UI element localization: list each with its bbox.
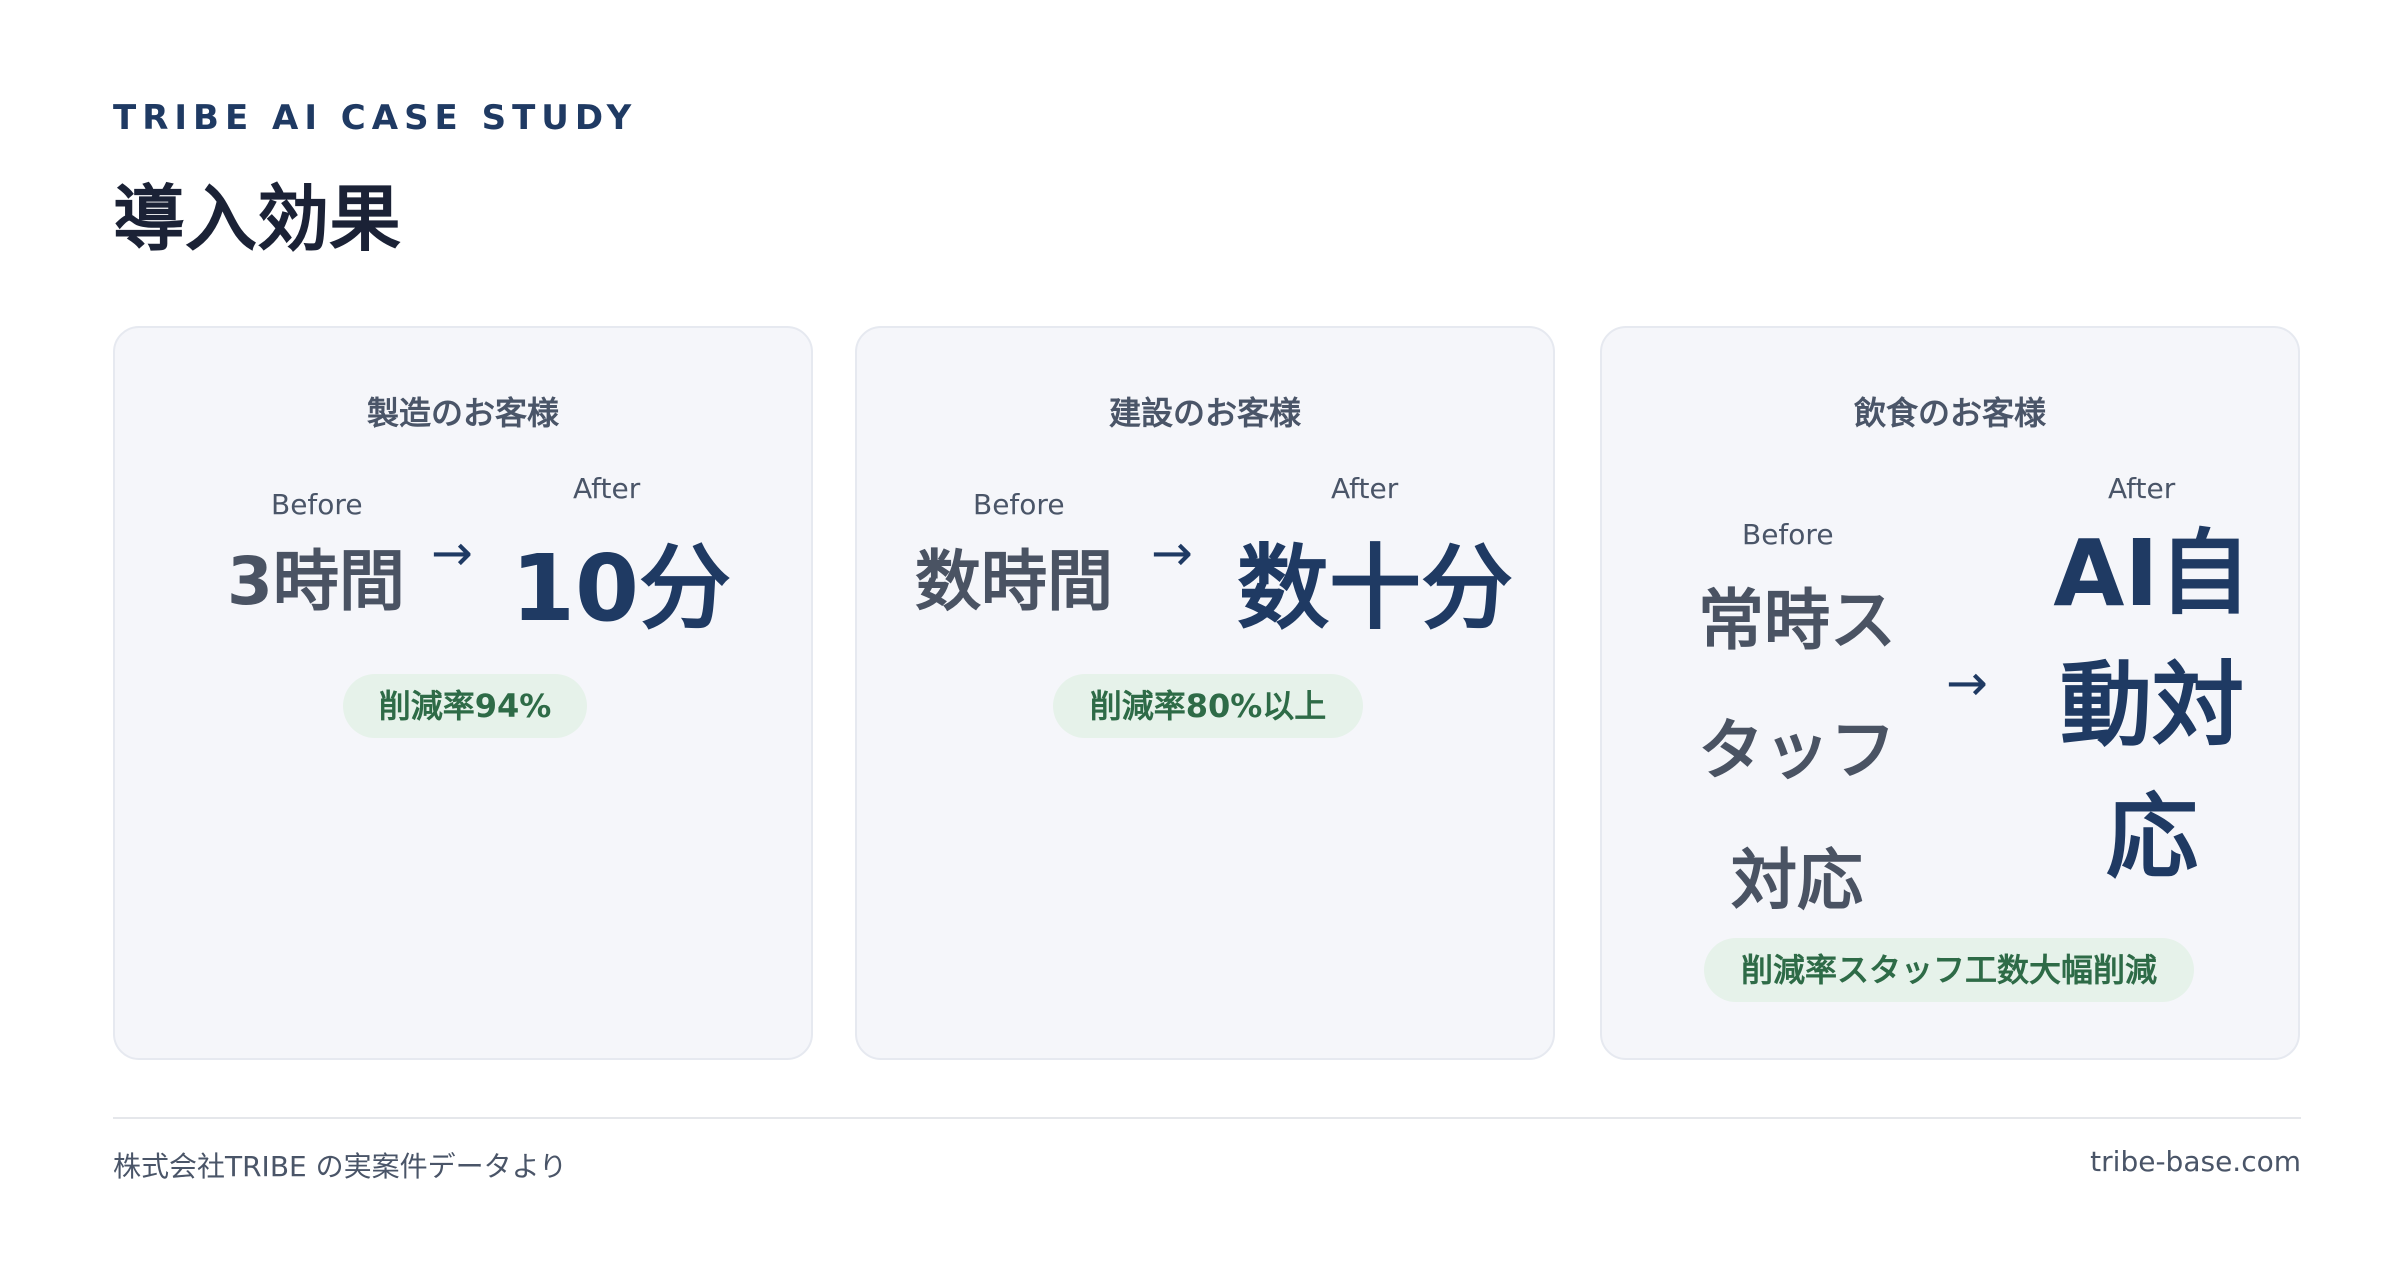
arrow-icon: → — [1151, 524, 1193, 582]
after-value-line: AI自 — [2053, 520, 2251, 627]
case-card-manufacturing: 製造のお客様 Before 3時間 → After 10分 削減率94% — [113, 326, 813, 1060]
after-label: After — [2108, 472, 2176, 505]
before-label: Before — [1742, 518, 1834, 551]
reduction-badge: 削減率スタッフ工数大幅削減 — [1704, 938, 2194, 1002]
site-link[interactable]: tribe-base.com — [2090, 1145, 2301, 1178]
before-value: 3時間 — [227, 543, 405, 620]
arrow-icon: → — [1946, 654, 1988, 712]
after-value: 数十分 — [1237, 535, 1514, 642]
case-card-construction: 建設のお客様 Before 数時間 → After 数十分 削減率80%以上 — [855, 326, 1555, 1060]
before-value-line: タッフ — [1698, 712, 1896, 789]
after-value-line: 応 — [2105, 784, 2198, 891]
card-title: 製造のお客様 — [366, 394, 559, 432]
card-title: 建設のお客様 — [1108, 394, 1301, 432]
after-value: 10分 — [511, 535, 732, 642]
before-value: 常時ス タッフ 対応 — [1672, 556, 1922, 946]
reduction-badge: 削減率94% — [343, 674, 587, 738]
before-value: 数時間 — [915, 543, 1113, 620]
card-title: 飲食のお客様 — [1853, 394, 2046, 432]
before-value-line: 常時ス — [1698, 582, 1896, 659]
before-value-line: 対応 — [1731, 842, 1863, 919]
after-value-line: 動対 — [2059, 652, 2244, 759]
after-label: After — [1331, 472, 1399, 505]
footer-divider — [113, 1117, 2301, 1119]
after-value: AI自 動対 応 — [2032, 508, 2272, 904]
before-label: Before — [271, 488, 363, 521]
after-label: After — [573, 472, 641, 505]
before-label: Before — [973, 488, 1065, 521]
case-card-restaurant: 飲食のお客様 Before 常時ス タッフ 対応 → After AI自 動対 … — [1600, 326, 2300, 1060]
arrow-icon: → — [431, 524, 473, 582]
page-title: 導入効果 — [113, 177, 402, 261]
eyebrow-label: TRIBE AI CASE STUDY — [113, 98, 638, 138]
source-note: 株式会社TRIBE の実案件データより — [113, 1150, 568, 1183]
reduction-badge: 削減率80%以上 — [1053, 674, 1363, 738]
